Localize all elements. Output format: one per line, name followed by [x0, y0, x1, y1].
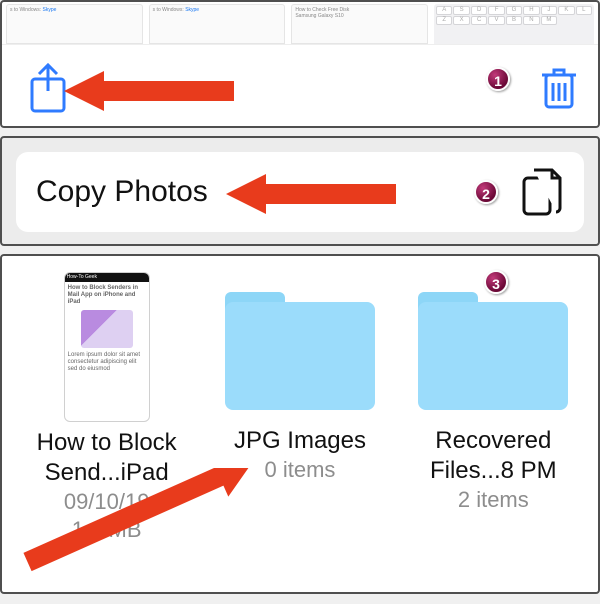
keyboard-thumb[interactable]: ASDFGHJKL ZXCVBNM — [434, 4, 594, 44]
annotation-badge-1: 1 — [486, 67, 510, 91]
keyboard-key: F — [488, 6, 504, 15]
tab-snippet: s to Windows: — [10, 7, 41, 13]
keyboard-key: Z — [436, 16, 452, 25]
app-switcher-row: s to Windows: Skype s to Windows: Skype … — [2, 2, 598, 44]
folder-item-jpg-images[interactable]: JPG Images 0 items — [210, 272, 390, 484]
file-date: 09/10/19 — [17, 488, 197, 516]
keyboard-key: C — [471, 16, 487, 25]
keyboard-key: V — [488, 16, 504, 25]
tab-snippet: s to Windows: — [153, 7, 184, 13]
copy-icon — [520, 166, 564, 218]
keyboard-key: K — [558, 6, 574, 15]
tab-link: Skype — [185, 7, 199, 13]
keyboard-key: N — [523, 16, 539, 25]
document-thumbnail: How-To Geek How to Block Senders in Mail… — [64, 272, 150, 422]
file-sub: 0 items — [210, 456, 390, 484]
keyboard-key: L — [576, 6, 592, 15]
file-size: 1.3 MB — [17, 516, 197, 544]
panel-share-toolbar: s to Windows: Skype s to Windows: Skype … — [0, 0, 600, 128]
selection-toolbar: 1 — [2, 44, 598, 128]
tab-link: Skype — [43, 7, 57, 13]
keyboard-key: M — [541, 16, 557, 25]
keyboard-key: X — [453, 16, 469, 25]
thumb-article-title: How to Block Senders in Mail App on iPho… — [68, 285, 138, 305]
file-name: JPG Images — [210, 426, 390, 456]
tab-thumb[interactable]: s to Windows: Skype — [149, 4, 286, 44]
share-sheet-row-copy-photos[interactable]: Copy Photos 2 — [16, 152, 584, 232]
keyboard-key: D — [471, 6, 487, 15]
keyboard-key: B — [506, 16, 522, 25]
annotation-arrow-icon — [64, 67, 234, 115]
keyboard-key: H — [523, 6, 539, 15]
file-item-document[interactable]: How-To Geek How to Block Senders in Mail… — [17, 272, 197, 544]
share-button[interactable] — [26, 61, 70, 115]
file-sub: 2 items — [403, 486, 583, 514]
folder-icon — [418, 292, 568, 410]
panel-copy-photos: Copy Photos 2 — [0, 136, 600, 246]
keyboard-key: G — [506, 6, 522, 15]
keyboard-key: A — [436, 6, 452, 15]
tab-sub: Samsung Galaxy S10 — [295, 13, 343, 19]
tab-thumb[interactable]: How to Check Free Disk Samsung Galaxy S1… — [291, 4, 428, 44]
folder-item-recovered[interactable]: Recovered Files...8 PM 2 items — [403, 272, 583, 514]
folder-icon — [225, 292, 375, 410]
keyboard-key: S — [453, 6, 469, 15]
files-grid: How-To Geek How to Block Senders in Mail… — [2, 272, 598, 544]
thumb-site-header: How-To Geek — [65, 273, 149, 282]
thumb-filler: Lorem ipsum dolor sit amet consectetur a… — [68, 352, 140, 372]
annotation-badge-2: 2 — [474, 180, 498, 204]
keyboard-key: J — [541, 6, 557, 15]
trash-button[interactable] — [538, 63, 580, 111]
annotation-arrow-icon — [226, 170, 396, 218]
file-name: Recovered Files...8 PM — [403, 426, 583, 486]
tab-thumb[interactable]: s to Windows: Skype — [6, 4, 143, 44]
file-name: How to Block Send...iPad — [17, 428, 197, 488]
share-row-label: Copy Photos — [36, 175, 208, 209]
annotation-badge-3: 3 — [484, 270, 508, 294]
thumb-image-icon — [81, 310, 133, 348]
panel-files-grid: 3 How-To Geek How to Block Senders in Ma… — [0, 254, 600, 594]
